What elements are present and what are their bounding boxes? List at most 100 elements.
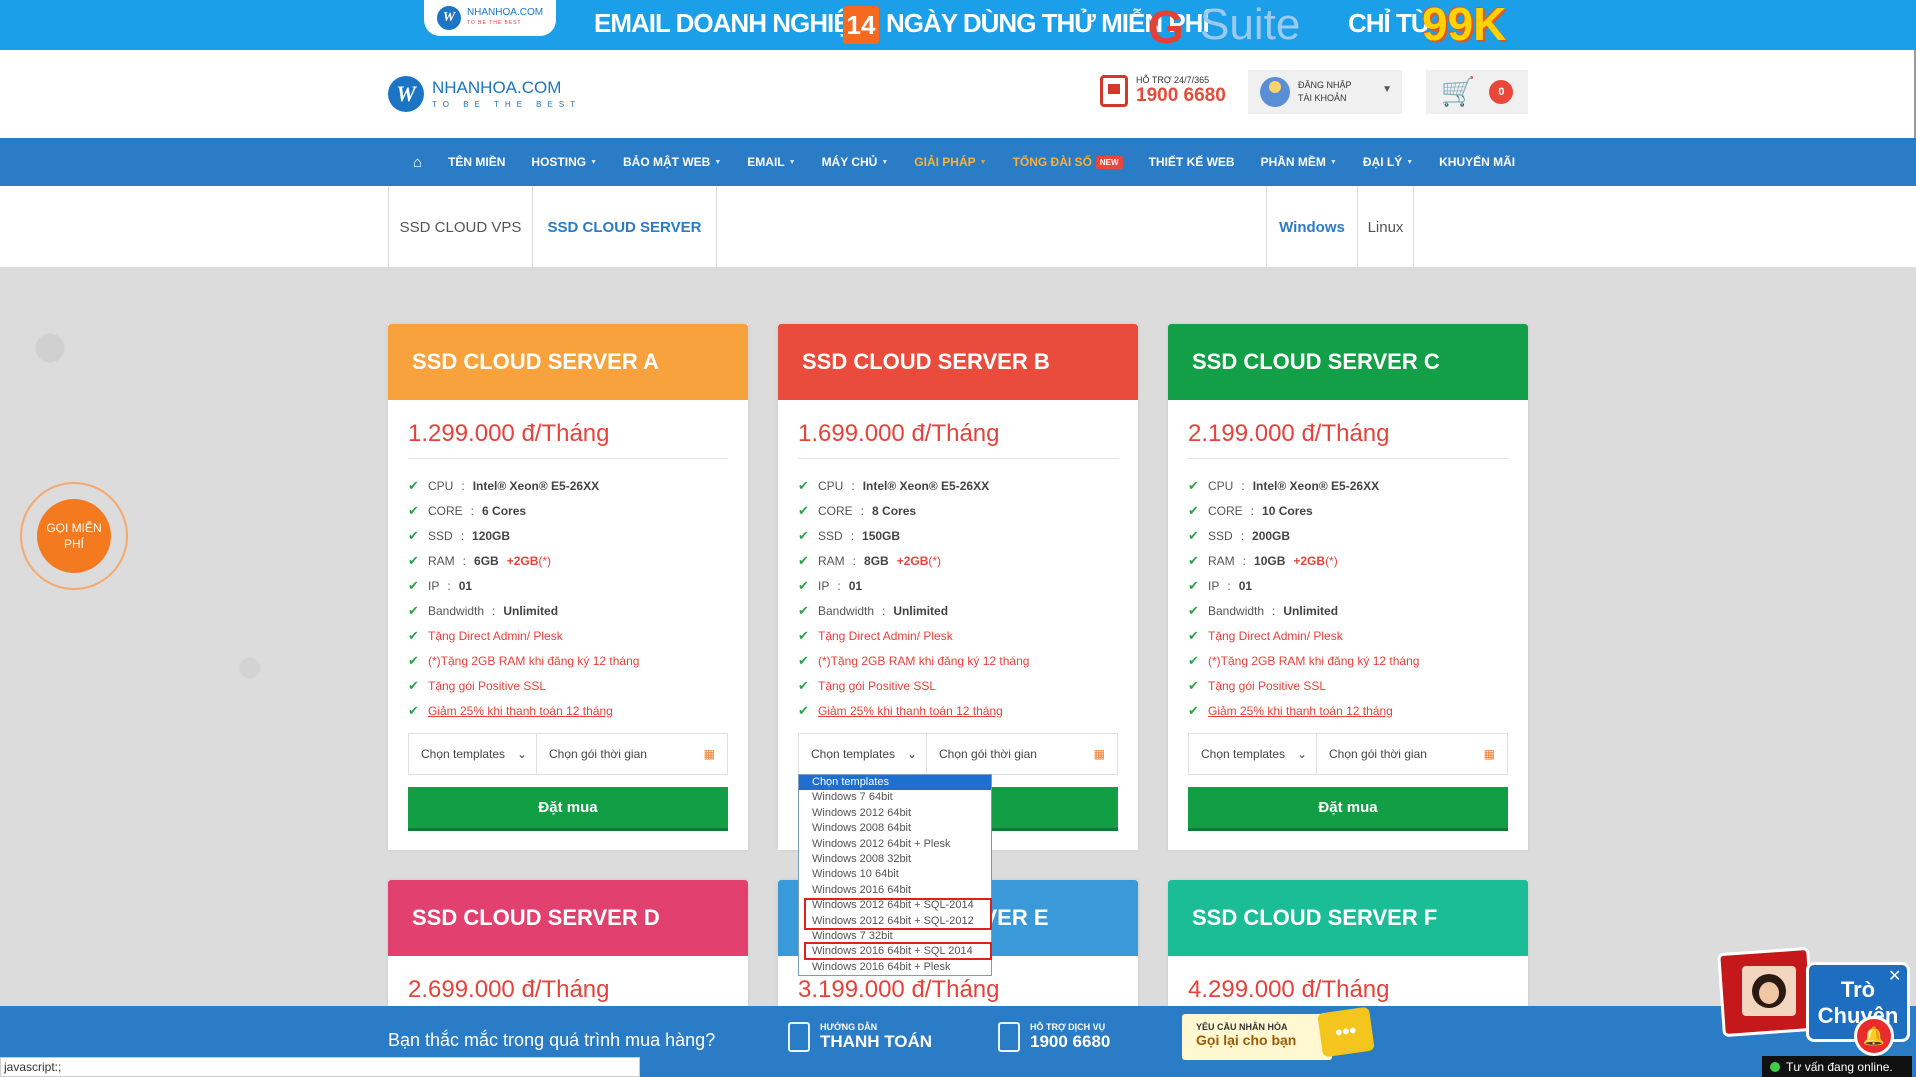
banner-logo-mark: W	[436, 6, 461, 30]
template-select[interactable]: Chọn templates ⌄	[409, 734, 537, 774]
feature-label: CORE	[1208, 503, 1243, 518]
check-icon: ✔	[798, 652, 809, 668]
feature-ram: ✔ RAM:10GB +2GB (*)	[1188, 552, 1338, 568]
dropdown-option[interactable]: Windows 7 64bit	[799, 790, 991, 805]
site-logo[interactable]: W NHANHOA.COM TO BE THE BEST	[388, 76, 581, 112]
free-call-button[interactable]: GỌI MIỄN PHÍ	[20, 482, 128, 590]
chevron-down-icon: ▼	[1382, 84, 1392, 95]
payment-guide-link[interactable]: HƯỚNG DẪN THANH TOÁN	[788, 1022, 932, 1052]
nav-item-phan-mem[interactable]: PHẦN MỀM ▼	[1248, 155, 1350, 169]
feature-core: ✔ CORE:10 Cores	[1188, 502, 1313, 518]
nav-item-email[interactable]: EMAIL ▼	[734, 155, 808, 169]
nav-item-thiet-ke-web[interactable]: THIẾT KẾ WEB	[1136, 155, 1248, 169]
ram-bonus: +2GB	[506, 553, 539, 568]
tab-windows[interactable]: Windows	[1266, 186, 1358, 268]
promo-text: (*)Tặng 2GB RAM khi đăng ký 12 tháng	[428, 653, 640, 668]
feature-ram: ✔ RAM:8GB +2GB (*)	[798, 552, 942, 568]
feature-ram: ✔ RAM:6GB +2GB (*)	[408, 552, 552, 568]
banner-chi-tu: CHỈ TỪ	[1348, 8, 1432, 38]
feature-list: ✔ CPU: Intel® Xeon® E5-26XX ✔ CORE:8 Cores …	[778, 459, 1138, 723]
service-support-link[interactable]: HỖ TRỢ DỊCH VỤ 1900 6680	[998, 1022, 1110, 1052]
feature-value: Intel® Xeon® E5-26XX	[862, 478, 990, 493]
nav-item-giai-phap[interactable]: GIẢI PHÁP ▼	[901, 155, 999, 169]
highlight-box	[804, 898, 992, 930]
check-icon: ✔	[798, 577, 809, 593]
plan-title: SSD CLOUD SERVER C	[1168, 324, 1528, 400]
tab-linux[interactable]: Linux	[1357, 186, 1414, 268]
dropdown-option[interactable]: Windows 10 64bit	[799, 867, 991, 882]
nav-item-tong-dai-so[interactable]: TỔNG ĐÀI SỐ NEW	[1000, 155, 1136, 169]
nav-item-ten-mien[interactable]: TÊN MIỀN	[435, 155, 518, 169]
nav-item-bao-mat-web[interactable]: BẢO MẬT WEB ▼	[610, 155, 734, 169]
bell-icon[interactable]: 🔔	[1854, 1016, 1894, 1056]
template-select[interactable]: Chọn templates ⌄	[1189, 734, 1317, 774]
home-icon[interactable]: ⌂	[400, 154, 435, 171]
period-select[interactable]: Chọn gói thời gian ▦	[537, 734, 727, 774]
dropdown-option[interactable]: Windows 2016 64bit	[799, 883, 991, 898]
login-button[interactable]: ĐĂNG NHẬP TÀI KHOẢN ▼	[1248, 70, 1402, 114]
banner-email-text: EMAIL DOANH NGHIỆP	[594, 8, 867, 38]
chevron-down-icon: ⌄	[1297, 747, 1308, 761]
tab-ssd-cloud-server[interactable]: SSD CLOUD SERVER	[532, 186, 717, 268]
feature-value: 8GB	[864, 553, 889, 568]
banner-days-number: 14	[843, 6, 879, 44]
promo-link[interactable]: Giảm 25% khi thanh toán 12 tháng	[1208, 704, 1393, 718]
dropdown-option[interactable]: Chọn templates	[799, 775, 991, 791]
promo-banner[interactable]: W NHANHOA.COM TO BE THE BEST EMAIL DOANH …	[0, 0, 1916, 50]
nav-item-hosting[interactable]: HOSTING ▼	[518, 155, 610, 169]
buy-button[interactable]: Đặt mua	[1188, 787, 1508, 831]
feature-value: 8 Cores	[872, 503, 917, 518]
phone-icon	[1100, 75, 1128, 107]
feature-promo[interactable]: ✔ Giảm 25% khi thanh toán 12 tháng	[1188, 698, 1528, 723]
plan-card-c: SSD CLOUD SERVER C 2.199.000 đ/Tháng ✔ CP…	[1168, 324, 1528, 850]
template-select[interactable]: Chọn templates ⌄	[799, 734, 927, 774]
nav-item-may-chu[interactable]: MÁY CHỦ ▼	[809, 155, 902, 169]
plan-options: Chọn templates ⌄ Chọn gói thời gian ▦	[1188, 733, 1508, 775]
feature-promo[interactable]: ✔ Giảm 25% khi thanh toán 12 tháng	[408, 698, 748, 723]
nav-item-khuyen-mai[interactable]: KHUYẾN MÃI	[1426, 155, 1528, 169]
user-avatar-icon	[1260, 77, 1290, 107]
cart-button[interactable]: 🛒 0	[1426, 70, 1528, 114]
buy-button[interactable]: Đặt mua	[408, 787, 728, 831]
nav-item-dai-ly[interactable]: ĐẠI LÝ ▼	[1350, 155, 1426, 169]
dropdown-option[interactable]: Windows 2008 32bit	[799, 852, 991, 867]
feature-value: 200GB	[1252, 528, 1291, 543]
feature-bandwidth: ✔ Bandwidth: Unlimited	[798, 602, 949, 618]
plan-card-a: SSD CLOUD SERVER A 1.299.000 đ/Tháng ✔ CP…	[388, 324, 748, 850]
feature-label: SSD	[818, 528, 843, 543]
period-select[interactable]: Chọn gói thời gian ▦	[1317, 734, 1507, 774]
banner-logo-text: NHANHOA.COM TO BE THE BEST	[466, 7, 544, 27]
callback-request-button[interactable]: YÊU CẦU NHÂN HÒA Gọi lại cho bạn	[1182, 1014, 1332, 1060]
check-icon: ✔	[1188, 477, 1199, 493]
online-dot-icon	[1770, 1061, 1780, 1072]
chevron-down-icon: ⌄	[517, 747, 528, 761]
feature-bandwidth: ✔ Bandwidth: Unlimited	[1188, 602, 1339, 618]
promo-link[interactable]: Giảm 25% khi thanh toán 12 tháng	[428, 704, 613, 718]
caret-down-icon: ▼	[979, 158, 987, 166]
period-select[interactable]: Chọn gói thời gian ▦	[927, 734, 1117, 774]
tab-ssd-cloud-vps[interactable]: SSD CLOUD VPS	[388, 186, 533, 268]
dropdown-option[interactable]: Windows 2012 64bit + Plesk	[799, 837, 991, 852]
online-status[interactable]: Tư vấn đang online.	[1762, 1056, 1912, 1077]
feature-promo[interactable]: ✔ Giảm 25% khi thanh toán 12 tháng	[798, 698, 1138, 723]
support-hotline[interactable]: HỖ TRỢ 24/7/365 1900 6680	[1100, 75, 1226, 107]
close-icon[interactable]: ✕	[1888, 966, 1901, 986]
dropdown-option[interactable]: Windows 2012 64bit	[799, 806, 991, 821]
check-icon: ✔	[798, 552, 809, 568]
nav-label: TỔNG ĐÀI SỐ	[1012, 155, 1092, 169]
grid-icon: ▦	[1093, 747, 1105, 761]
main-nav: ⌂ TÊN MIỀN HOSTING ▼ BẢO MẬT WEB ▼ EMAIL ▼ …	[0, 138, 1916, 186]
feature-ip: ✔ IP:01	[798, 577, 863, 593]
dropdown-option[interactable]: Windows 2008 64bit	[799, 821, 991, 836]
feature-label: RAM	[818, 553, 845, 568]
login-line1: ĐĂNG NHẬP	[1298, 80, 1352, 90]
dropdown-option[interactable]: Windows 2016 64bit + Plesk	[799, 960, 991, 975]
caret-down-icon: ▼	[1329, 158, 1337, 166]
grid-icon: ▦	[703, 747, 715, 761]
feature-promo: ✔ (*)Tặng 2GB RAM khi đăng ký 12 tháng	[1188, 648, 1528, 673]
plan-title: SSD CLOUD SERVER A	[388, 324, 748, 400]
callback-line2: Gọi lại cho bạn	[1196, 1032, 1297, 1048]
promo-link[interactable]: Giảm 25% khi thanh toán 12 tháng	[818, 704, 1003, 718]
ram-bonus: +2GB	[1293, 553, 1326, 568]
feature-label: IP	[428, 578, 440, 593]
